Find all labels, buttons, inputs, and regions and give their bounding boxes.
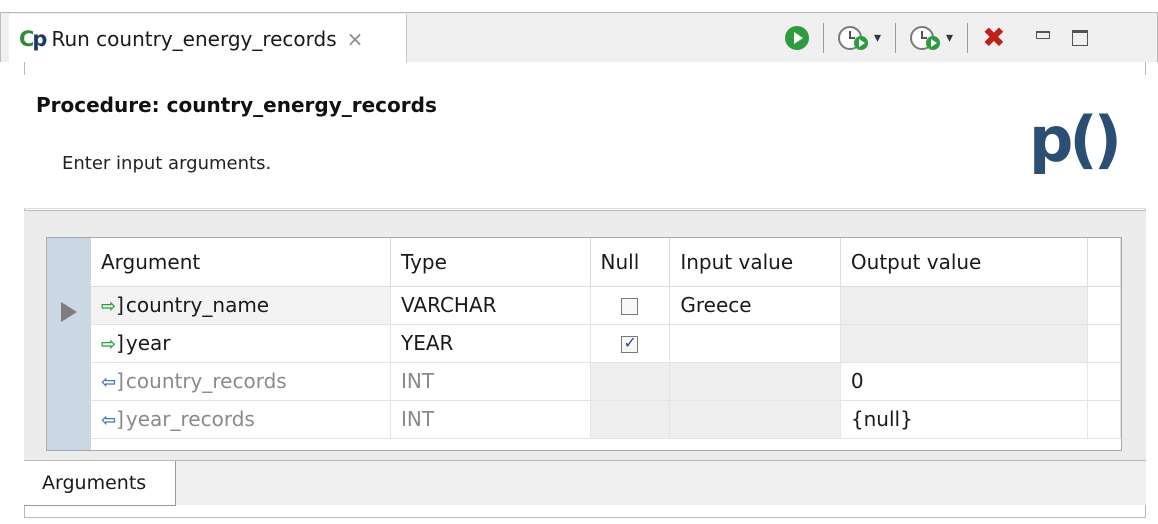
page-title: Procedure: country_energy_records <box>36 93 437 117</box>
argument-name: year <box>125 331 171 355</box>
chevron-down-icon[interactable]: ▾ <box>946 30 953 46</box>
argument-name-cell[interactable]: ⇨] year <box>91 324 391 363</box>
column-header-filler <box>1087 238 1121 287</box>
bracket-icon: ] <box>116 331 124 355</box>
view-toolbar: ▾ ▾ ✖ <box>785 23 1088 53</box>
maximize-button[interactable] <box>1071 30 1088 46</box>
table-row[interactable]: ⇦] year_records INT {null} <box>91 400 1121 439</box>
output-value <box>840 286 1089 325</box>
argument-name: country_records <box>125 369 287 393</box>
tab-run-procedure[interactable]: Cp Run country_energy_records × <box>9 14 407 63</box>
output-value: 0 <box>840 362 1089 401</box>
maximize-icon <box>1071 30 1088 46</box>
input-arrow-icon: ⇨ <box>101 296 117 317</box>
null-cell-disabled <box>590 400 671 439</box>
null-cell-disabled <box>590 362 671 401</box>
stop-icon: ✖ <box>982 21 1006 54</box>
table-row[interactable]: ⇦] country_records INT 0 <box>91 362 1121 401</box>
current-row-icon <box>61 302 77 322</box>
column-header-null[interactable]: Null <box>590 238 671 287</box>
run-options-button[interactable]: ▾ <box>838 26 881 50</box>
output-arrow-icon: ⇦ <box>101 372 117 393</box>
argument-type: INT <box>390 362 591 401</box>
bracket-icon: ] <box>116 407 124 431</box>
editor-tab-bar: Cp Run country_energy_records × ▾ ▾ ✖ <box>0 12 1158 63</box>
procedure-header: Procedure: country_energy_records Enter … <box>24 75 1146 209</box>
row-header-column <box>47 238 91 450</box>
null-checkbox[interactable] <box>621 298 639 315</box>
filler-cell <box>1087 324 1121 363</box>
argument-type: YEAR <box>390 324 591 363</box>
arguments-table: Argument Type Null Input value Output va… <box>46 237 1122 451</box>
null-checkbox[interactable] <box>621 333 639 353</box>
run-history-icon <box>910 26 941 50</box>
filler-cell <box>1087 286 1121 325</box>
chevron-down-icon[interactable]: ▾ <box>874 30 881 46</box>
bracket-icon: ] <box>116 293 124 317</box>
bracket-icon: ] <box>116 369 124 393</box>
minimize-button[interactable] <box>1035 31 1050 39</box>
tab-arguments[interactable]: Arguments <box>24 461 176 506</box>
input-value-field[interactable] <box>669 324 841 363</box>
arguments-grid: Argument Type Null Input value Output va… <box>91 238 1121 439</box>
argument-name-cell[interactable]: ⇦] year_records <box>91 400 391 439</box>
toolbar-separator <box>895 23 897 53</box>
toolbar-separator <box>823 23 824 53</box>
run-procedure-view: Cp Run country_energy_records × ▾ ▾ ✖ Pr… <box>0 0 1158 524</box>
filler-cell <box>1087 362 1121 401</box>
input-arrow-icon: ⇨ <box>101 334 117 355</box>
null-checkbox-cell[interactable] <box>590 324 671 363</box>
column-header-input-value[interactable]: Input value <box>669 238 841 287</box>
argument-type: VARCHAR <box>390 286 591 325</box>
procedure-logo: p() <box>1028 103 1122 176</box>
minimize-icon <box>1035 31 1050 39</box>
input-value-disabled <box>669 362 841 401</box>
run-options-icon <box>838 26 868 50</box>
output-value: {null} <box>840 400 1089 439</box>
procedure-icon: Cp <box>19 26 47 51</box>
argument-name: year_records <box>125 407 255 431</box>
argument-name-cell[interactable]: ⇦] country_records <box>91 362 391 401</box>
input-value-field[interactable]: Greece <box>669 286 841 325</box>
run-icon <box>785 26 809 50</box>
bottom-tab-bar: Arguments <box>24 460 1146 506</box>
input-value-disabled <box>669 400 841 439</box>
output-value <box>840 324 1089 363</box>
table-row[interactable]: ⇨] year YEAR <box>91 324 1121 363</box>
output-arrow-icon: ⇦ <box>101 410 117 431</box>
column-header-type[interactable]: Type <box>390 238 591 287</box>
argument-type: INT <box>390 400 591 439</box>
arguments-panel: Argument Type Null Input value Output va… <box>24 210 1146 460</box>
column-header-argument[interactable]: Argument <box>91 238 391 287</box>
tab-label: Run country_energy_records <box>51 26 337 51</box>
run-history-button[interactable]: ▾ <box>910 26 953 50</box>
run-button[interactable] <box>785 26 809 50</box>
close-icon[interactable]: × <box>347 27 364 51</box>
column-header-output-value[interactable]: Output value <box>840 238 1089 287</box>
null-checkbox-cell[interactable] <box>590 286 671 325</box>
stop-button[interactable]: ✖ <box>982 24 1005 52</box>
table-row[interactable]: ⇨] country_name VARCHAR Greece <box>91 286 1121 325</box>
argument-name: country_name <box>125 293 270 317</box>
filler-cell <box>1087 400 1121 439</box>
argument-name-cell[interactable]: ⇨] country_name <box>91 286 391 325</box>
toolbar-separator <box>967 23 969 53</box>
frame-border <box>24 517 1146 518</box>
page-subtitle: Enter input arguments. <box>62 153 272 174</box>
